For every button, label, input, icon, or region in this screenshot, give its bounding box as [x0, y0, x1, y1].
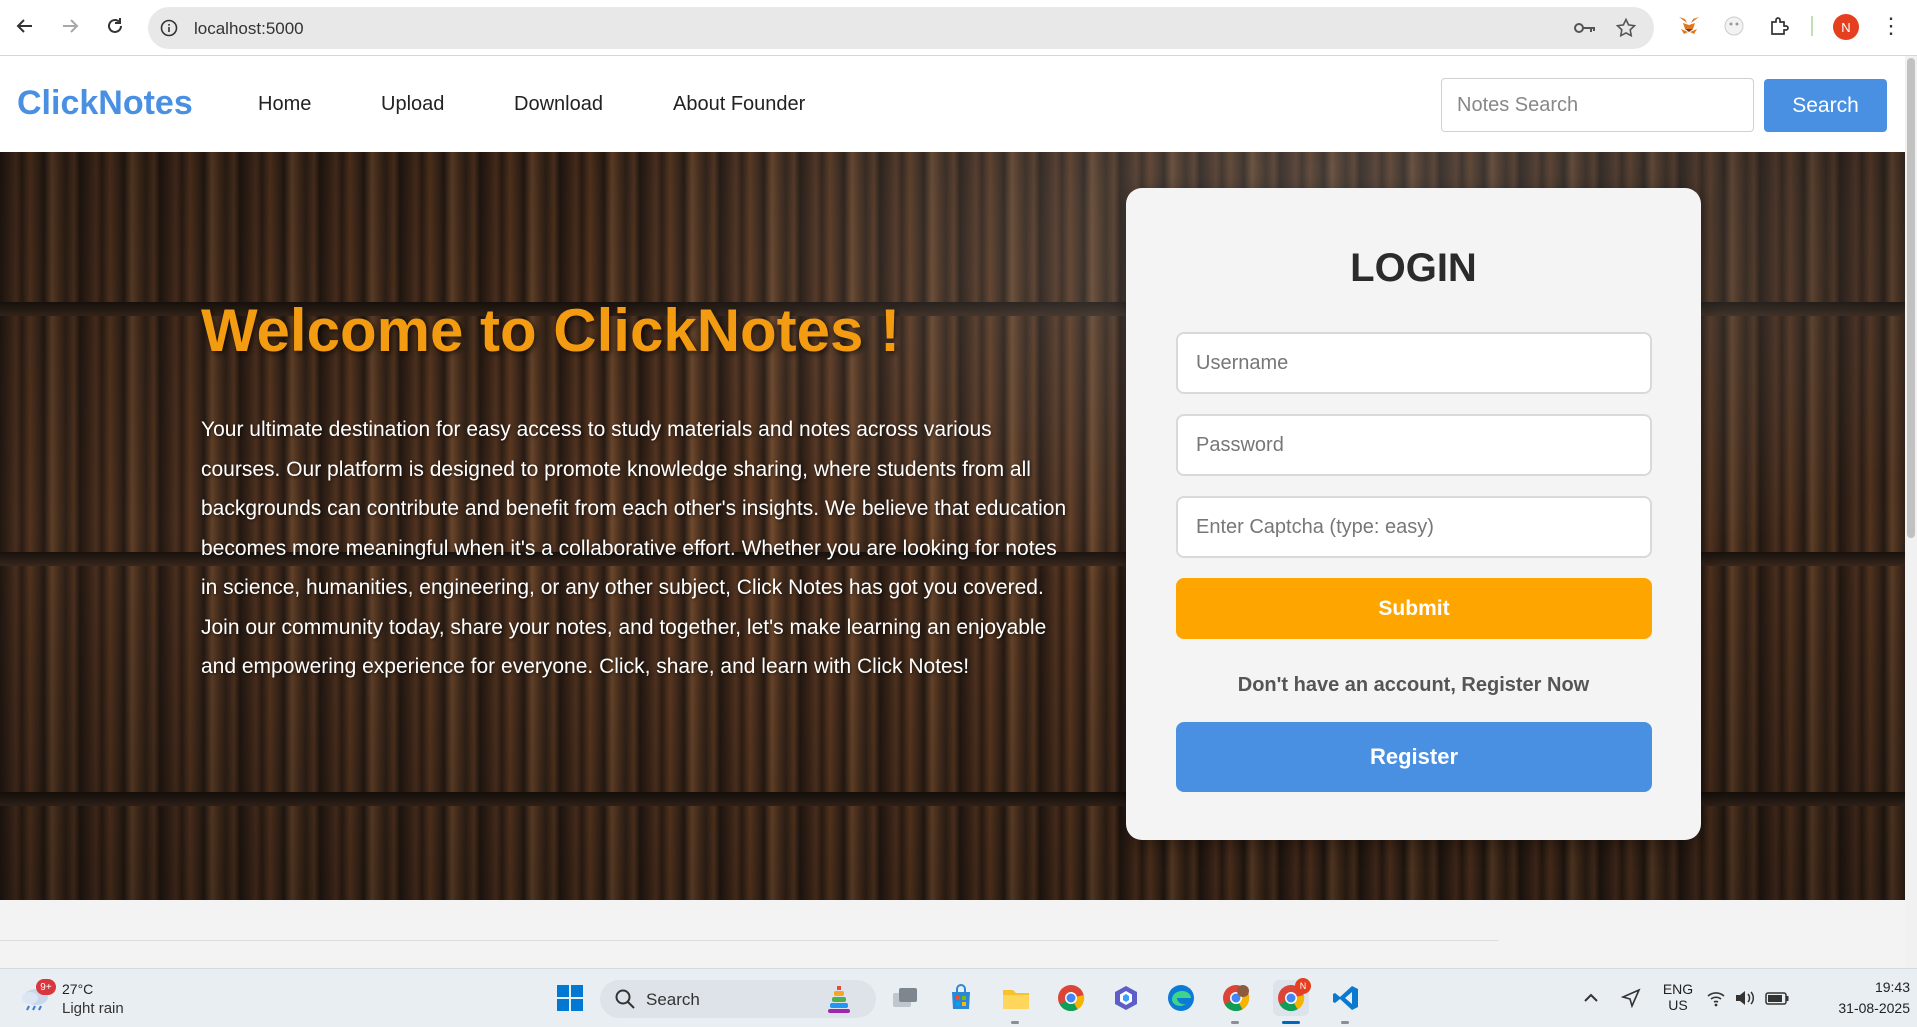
password-input[interactable]: [1176, 414, 1652, 476]
chrome-profile-badge: N: [1295, 978, 1311, 994]
weather-widget[interactable]: 9+ 27°C Light rain: [20, 979, 160, 1019]
vscode-icon[interactable]: [1328, 980, 1364, 1016]
scrollbar-thumb[interactable]: [1907, 58, 1915, 538]
submit-button[interactable]: Submit: [1176, 578, 1652, 639]
back-arrow-icon[interactable]: [11, 12, 39, 40]
clock-time: 19:43: [1874, 979, 1910, 995]
chrome-active-icon[interactable]: N: [1273, 978, 1311, 1016]
active-app-indicator: [1282, 1021, 1300, 1024]
chrome-profile-icon[interactable]: [1218, 980, 1254, 1016]
chrome-icon[interactable]: [1053, 980, 1089, 1016]
extension-icon[interactable]: [1721, 13, 1747, 39]
site-logo[interactable]: ClickNotes: [17, 84, 193, 123]
forward-arrow-icon[interactable]: [56, 12, 84, 40]
taskbar-search-box[interactable]: Search: [600, 980, 876, 1018]
captcha-input[interactable]: [1176, 496, 1652, 558]
copilot-app-icon[interactable]: [1108, 980, 1144, 1016]
location-arrow-icon[interactable]: [1613, 980, 1649, 1016]
hero-section: Welcome to ClickNotes ! Your ultimate de…: [0, 152, 1905, 900]
register-prompt: Don't have an account, Register Now: [1237, 674, 1590, 696]
temperature-text: 27°C: [62, 981, 94, 997]
password-key-icon[interactable]: [1574, 17, 1596, 39]
language-code: ENG: [1662, 981, 1694, 997]
bookmark-star-icon[interactable]: [1615, 17, 1637, 39]
search-button[interactable]: Search: [1764, 79, 1887, 132]
nav-upload-link[interactable]: Upload: [381, 93, 444, 116]
running-indicator: [1011, 1021, 1019, 1024]
register-button[interactable]: Register: [1176, 722, 1652, 792]
metamask-extension-icon[interactable]: [1676, 13, 1702, 39]
login-card: LOGIN Submit Don't have an account, Regi…: [1126, 188, 1701, 840]
edge-icon[interactable]: [1163, 980, 1199, 1016]
windows-taskbar: 9+ 27°C Light rain Search N ENG US 19:43…: [0, 968, 1917, 1027]
site-info-icon[interactable]: [158, 17, 180, 39]
address-bar[interactable]: localhost:5000: [148, 7, 1654, 49]
running-indicator: [1231, 1021, 1239, 1024]
toolbar-divider: [1811, 16, 1813, 36]
page-scrollbar[interactable]: [1905, 56, 1917, 968]
weather-description: Light rain: [62, 1000, 124, 1017]
nav-download-link[interactable]: Download: [514, 93, 603, 116]
task-view-icon[interactable]: [888, 980, 924, 1016]
browser-menu-icon[interactable]: ⋮: [1878, 13, 1904, 39]
weather-alert-badge: 9+: [36, 979, 56, 995]
hero-title: Welcome to ClickNotes !: [201, 297, 901, 364]
notes-search-input[interactable]: [1441, 78, 1754, 132]
browser-toolbar: localhost:5000 N ⋮: [0, 0, 1917, 56]
keyboard-layout: US: [1668, 997, 1688, 1013]
username-input[interactable]: [1176, 332, 1652, 394]
web-page: ClickNotes Home Upload Download About Fo…: [0, 56, 1905, 968]
running-indicator: [1341, 1021, 1349, 1024]
microsoft-store-icon[interactable]: [943, 980, 979, 1016]
language-indicator[interactable]: ENG US: [1660, 981, 1696, 1013]
extensions-puzzle-icon[interactable]: [1766, 13, 1792, 39]
windows-start-icon[interactable]: [552, 980, 588, 1016]
page-divider: [0, 940, 1498, 941]
system-clock[interactable]: 19:43 31-08-2025: [1810, 977, 1910, 1019]
system-tray-status[interactable]: [1706, 980, 1792, 1016]
profile-avatar[interactable]: N: [1833, 14, 1859, 40]
nav-home-link[interactable]: Home: [258, 93, 311, 116]
login-title: LOGIN: [1350, 246, 1477, 290]
search-highlight-icon: [828, 986, 850, 1013]
url-text[interactable]: localhost:5000: [194, 19, 304, 39]
chevron-up-icon[interactable]: [1573, 980, 1609, 1016]
site-navbar: ClickNotes Home Upload Download About Fo…: [0, 56, 1905, 152]
search-icon: [615, 989, 635, 1009]
taskbar-search-label: Search: [646, 990, 700, 1009]
clock-date: 31-08-2025: [1838, 1000, 1910, 1016]
file-explorer-icon[interactable]: [998, 980, 1034, 1016]
hero-description: Your ultimate destination for easy acces…: [201, 418, 1067, 678]
reload-icon[interactable]: [101, 12, 129, 40]
nav-about-founder-link[interactable]: About Founder: [673, 93, 805, 116]
